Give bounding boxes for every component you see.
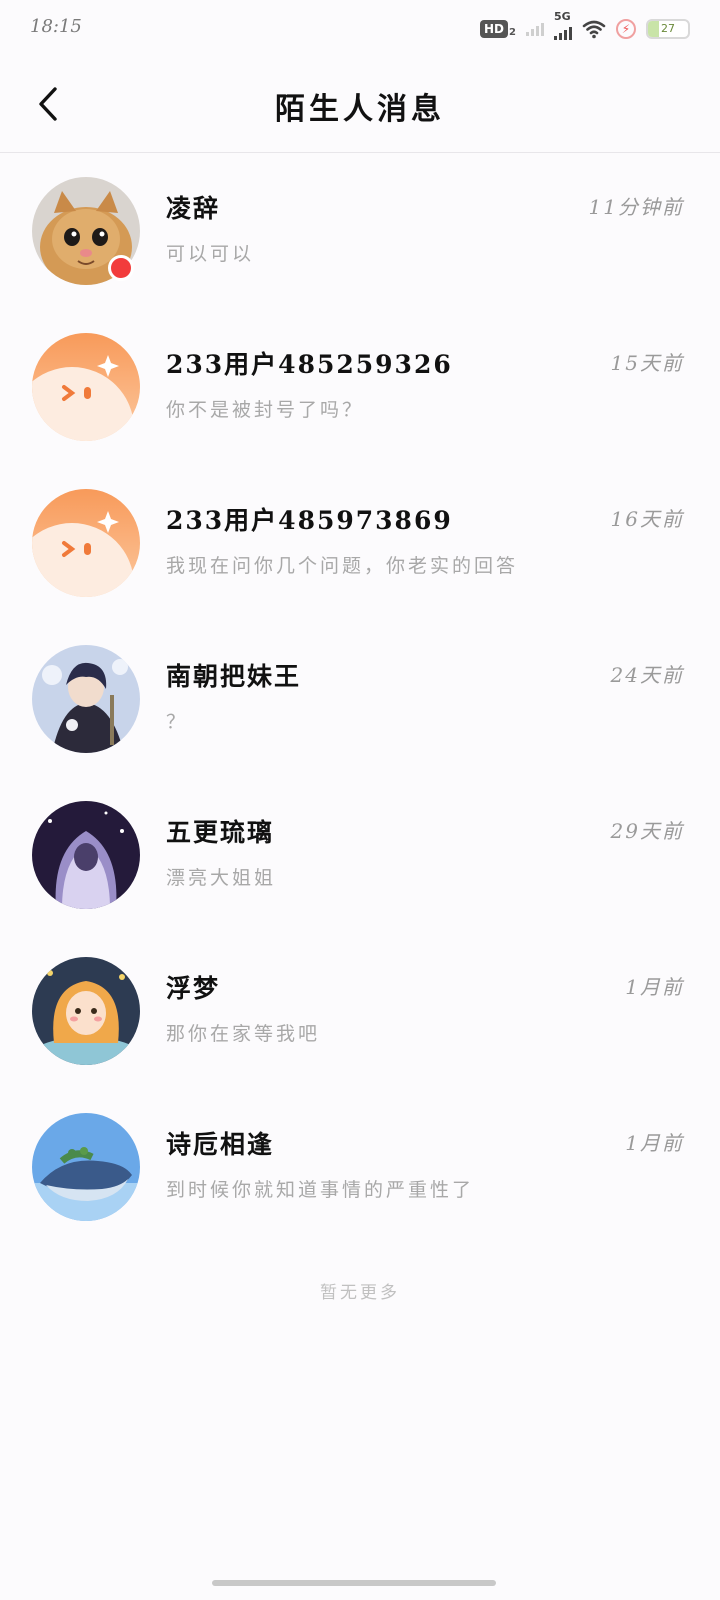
status-time: 18:15 xyxy=(30,16,82,37)
hd-voice-icon: HD 2 xyxy=(480,20,516,38)
message-list-item[interactable]: 五更琉璃 29天前漂亮大姐姐 xyxy=(0,777,720,933)
message-time: 15天前 xyxy=(610,351,684,375)
network-label: 5G xyxy=(554,10,571,23)
hd-label: HD xyxy=(480,20,509,38)
hd-sub-label: 2 xyxy=(509,27,516,38)
badge-icon xyxy=(108,255,134,281)
navigation-bar: 陌生人消息 xyxy=(0,56,720,153)
message-time: 11分钟前 xyxy=(588,195,684,219)
status-bar: 18:15 HD 2 5G ⚡ 27 xyxy=(0,0,720,56)
sender-name: 南朝把妹王 xyxy=(166,662,302,691)
message-time: 29天前 xyxy=(610,819,684,843)
message-preview: 我现在问你几个问题，你老实的回答 xyxy=(166,555,519,577)
status-icons: HD 2 5G ⚡ 27 xyxy=(480,10,690,42)
message-list-item[interactable]: 233用户485973869 16天前我现在问你几个问题，你老实的回答 xyxy=(0,465,720,621)
sender-name: 233用户485973869 xyxy=(166,506,453,535)
avatar[interactable] xyxy=(32,333,140,441)
message-time: 16天前 xyxy=(610,507,684,531)
avatar[interactable] xyxy=(32,489,140,597)
avatar[interactable] xyxy=(32,1113,140,1221)
message-list-item[interactable]: 诗卮相逢 1月前到时候你就知道事情的严重性了 xyxy=(0,1089,720,1245)
message-list: 凌辞 11分钟前 可以可以 233用户485259326 15天前 你不是被封号了吗？ 23… xyxy=(0,153,720,1245)
battery-level: 27 xyxy=(661,22,675,35)
message-preview: ？ xyxy=(166,711,189,733)
signal-5g-icon: 5G xyxy=(554,10,572,40)
message-preview: 你不是被封号了吗？ xyxy=(166,399,365,421)
message-preview: 漂亮大姐姐 xyxy=(166,867,277,889)
avatar[interactable] xyxy=(32,801,140,909)
message-time: 1月前 xyxy=(625,1131,684,1155)
sender-name: 浮梦 xyxy=(166,974,221,1003)
battery-icon: 27 xyxy=(646,19,690,39)
message-preview: 到时候你就知道事情的严重性了 xyxy=(166,1179,475,1201)
avatar[interactable] xyxy=(32,957,140,1065)
message-time: 24天前 xyxy=(610,663,684,687)
signal-sim1-icon xyxy=(526,22,544,36)
message-time: 1月前 xyxy=(625,975,684,999)
avatar[interactable] xyxy=(32,645,140,753)
message-list-item[interactable]: 凌辞 11分钟前可以可以 xyxy=(0,153,720,309)
sender-name: 233用户485259326 xyxy=(166,350,453,379)
message-preview: 可以可以 xyxy=(166,243,255,265)
message-list-item[interactable]: 南朝把妹王 24天前 ？ xyxy=(0,621,720,777)
sender-name: 五更琉璃 xyxy=(166,818,275,847)
sender-name: 诗卮相逢 xyxy=(166,1130,275,1159)
charging-icon: ⚡ xyxy=(616,19,636,39)
page-title: 陌生人消息 xyxy=(275,92,445,127)
home-indicator[interactable] xyxy=(212,1580,496,1586)
message-list-item[interactable]: 233用户485259326 15天前你不是被封号了吗？ xyxy=(0,309,720,465)
sender-name: 凌辞 xyxy=(166,194,221,223)
message-list-item[interactable]: 浮梦 1月前那你在家等我吧 xyxy=(0,933,720,1089)
no-more-label: 暂无更多 xyxy=(320,1283,400,1303)
message-preview: 那你在家等我吧 xyxy=(166,1023,321,1045)
wifi-icon xyxy=(582,19,606,39)
